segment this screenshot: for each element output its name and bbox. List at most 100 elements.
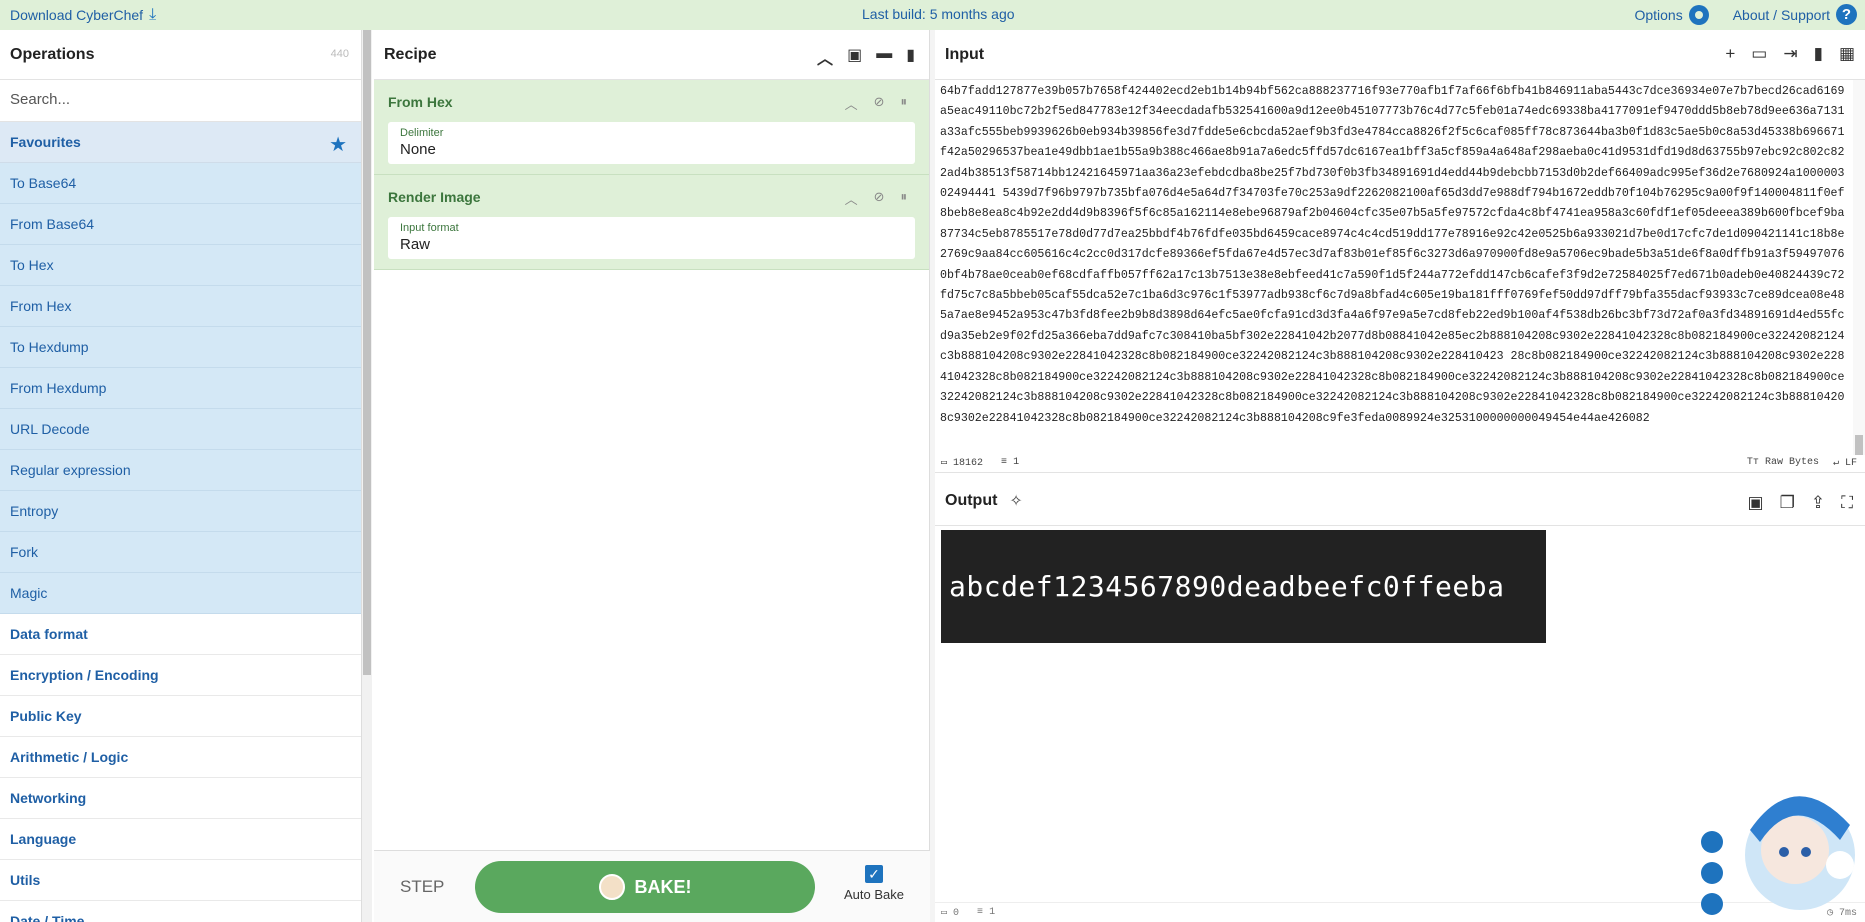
about-link[interactable]: About / Support	[1733, 7, 1830, 23]
output-toolbar: ▣ ❐ ⇪ ⛶	[1748, 493, 1853, 513]
open-file-icon[interactable]: ⇥	[1783, 44, 1797, 64]
auto-bake-label: Auto Bake	[844, 887, 904, 902]
category-utils[interactable]: Utils	[0, 860, 361, 901]
scrollbar-thumb[interactable]	[363, 30, 371, 675]
lines-stat: ≡ 1	[977, 907, 996, 918]
category-public-key[interactable]: Public Key	[0, 696, 361, 737]
step-button[interactable]: STEP	[400, 877, 444, 897]
operation-magic[interactable]: Magic	[0, 573, 361, 614]
save-icon[interactable]: ▣	[847, 45, 862, 69]
category-encryption-encoding[interactable]: Encryption / Encoding	[0, 655, 361, 696]
trash-icon[interactable]: ▮	[906, 45, 915, 69]
recipe-op-name: From Hex	[388, 94, 453, 110]
operation-from-base64[interactable]: From Base64	[0, 204, 361, 245]
category-date-time[interactable]: Date / Time	[0, 901, 361, 922]
encoding-label[interactable]: Raw Bytes	[1765, 457, 1819, 468]
pause-icon[interactable]: ⏸	[901, 189, 908, 208]
input-status-bar: ▭ 18162 ≡ 1 Tт Raw Bytes ↵ LF	[935, 453, 1865, 473]
chevron-up-icon[interactable]: ︿	[845, 94, 858, 113]
input-lines: 1	[1013, 457, 1020, 468]
output-lines: 1	[989, 907, 996, 918]
operation-url-decode[interactable]: URL Decode	[0, 409, 361, 450]
bake-bar: STEP BAKE! ✓ Auto Bake	[374, 850, 930, 922]
recipe-op-render-image[interactable]: Render Image ︿ ⊘ ⏸ Input format Raw	[374, 175, 929, 270]
mascot-image	[1701, 796, 1855, 915]
rendered-image-output: abcdef1234567890deadbeefc0ffeeba	[941, 530, 1546, 643]
operations-header: Operations 440	[0, 30, 361, 80]
scrollbar-thumb[interactable]	[1855, 435, 1863, 455]
options-link[interactable]: Options	[1634, 7, 1682, 23]
recipe-op-name: Render Image	[388, 189, 481, 205]
checkbox-checked-icon[interactable]: ✓	[865, 865, 883, 883]
delimiter-field[interactable]: Delimiter None	[388, 122, 915, 164]
gear-icon[interactable]	[1688, 4, 1709, 25]
chevron-up-icon[interactable]: ︿	[845, 189, 858, 208]
download-label[interactable]: Download CyberChef	[10, 7, 143, 23]
eol-selector[interactable]: ↵ LF	[1833, 457, 1857, 469]
bake-label: BAKE!	[634, 876, 692, 897]
chevron-up-icon[interactable]: ︿	[817, 45, 833, 69]
eol-label[interactable]: LF	[1845, 458, 1857, 469]
add-tab-icon[interactable]: +	[1725, 44, 1735, 64]
operation-to-hexdump[interactable]: To Hexdump	[0, 327, 361, 368]
last-build: Last build: 5 months ago	[862, 6, 1015, 22]
field-label: Input format	[400, 222, 459, 234]
operation-to-base64[interactable]: To Base64	[0, 163, 361, 204]
input-textarea[interactable]: 64b7fadd127877e39b057b7658f424402ecd2eb1…	[935, 80, 1851, 455]
layout-icon[interactable]: ▦	[1839, 44, 1855, 64]
lines-stat: ≡ 1	[1001, 457, 1020, 468]
pause-icon[interactable]: ⏸	[901, 94, 908, 113]
copy-icon[interactable]: ❐	[1780, 493, 1795, 513]
operation-regular-expression[interactable]: Regular expression	[0, 450, 361, 491]
category-language[interactable]: Language	[0, 819, 361, 860]
input-length: 18162	[953, 457, 984, 469]
field-label: Delimiter	[400, 127, 444, 139]
recipe-title: Recipe	[384, 45, 437, 63]
encoding-selector[interactable]: Tт Raw Bytes	[1747, 457, 1819, 469]
operation-from-hexdump[interactable]: From Hexdump	[0, 368, 361, 409]
favourites-label: Favourites	[10, 134, 81, 150]
input-format-field[interactable]: Input format Raw	[388, 217, 915, 259]
field-value[interactable]: None	[400, 141, 903, 158]
replace-input-icon[interactable]: ⇪	[1811, 493, 1825, 513]
operation-entropy[interactable]: Entropy	[0, 491, 361, 532]
maximise-icon[interactable]: ⛶	[1841, 493, 1853, 513]
operations-search-input[interactable]: Search...	[0, 80, 361, 122]
output-length: 0	[953, 907, 960, 919]
help-icon[interactable]: ?	[1836, 4, 1857, 25]
operations-count: 440	[330, 48, 349, 60]
open-folder-icon[interactable]: ▭	[1751, 44, 1767, 64]
disable-icon[interactable]: ⊘	[874, 189, 885, 208]
input-toolbar: + ▭ ⇥ ▮ ▦	[1725, 44, 1855, 64]
auto-bake-checkbox[interactable]: ✓ Auto Bake	[844, 865, 904, 902]
field-value[interactable]: Raw	[400, 236, 903, 253]
trash-icon[interactable]: ▮	[1814, 44, 1823, 64]
length-stat: ▭ 18162	[941, 457, 984, 469]
category-networking[interactable]: Networking	[0, 778, 361, 819]
operations-scrollbar[interactable]	[362, 30, 372, 922]
top-banner: Download CyberChef ⤓ Last build: 5 month…	[0, 0, 1865, 30]
output-header: Output ✧	[935, 476, 1865, 526]
disable-icon[interactable]: ⊘	[874, 94, 885, 113]
download-icon[interactable]: ⤓	[149, 6, 156, 24]
input-scrollbar[interactable]	[1853, 80, 1865, 455]
bake-button[interactable]: BAKE!	[475, 861, 815, 913]
operation-fork[interactable]: Fork	[0, 532, 361, 573]
folder-icon[interactable]: ▬	[876, 45, 892, 69]
download-link[interactable]: Download CyberChef ⤓	[10, 6, 156, 24]
recipe-op-from-hex[interactable]: From Hex ︿ ⊘ ⏸ Delimiter None	[374, 80, 929, 175]
operations-panel: Operations 440 Search... Favourites ★ To…	[0, 30, 362, 922]
recipe-header: Recipe ︿ ▣ ▬ ▮	[374, 30, 929, 80]
save-icon[interactable]: ▣	[1748, 493, 1764, 513]
recipe-panel: Recipe ︿ ▣ ▬ ▮ From Hex ︿ ⊘ ⏸ Delimiter …	[374, 30, 930, 922]
category-data-format[interactable]: Data format	[0, 614, 361, 655]
input-title: Input	[945, 45, 985, 63]
magic-wand-icon[interactable]: ✧	[1009, 491, 1022, 511]
star-icon[interactable]: ★	[329, 132, 347, 157]
chef-icon	[598, 874, 625, 900]
operation-from-hex[interactable]: From Hex	[0, 286, 361, 327]
category-favourites[interactable]: Favourites ★	[0, 122, 361, 163]
category-arithmetic-logic[interactable]: Arithmetic / Logic	[0, 737, 361, 778]
length-stat: ▭ 0	[941, 907, 960, 919]
operation-to-hex[interactable]: To Hex	[0, 245, 361, 286]
